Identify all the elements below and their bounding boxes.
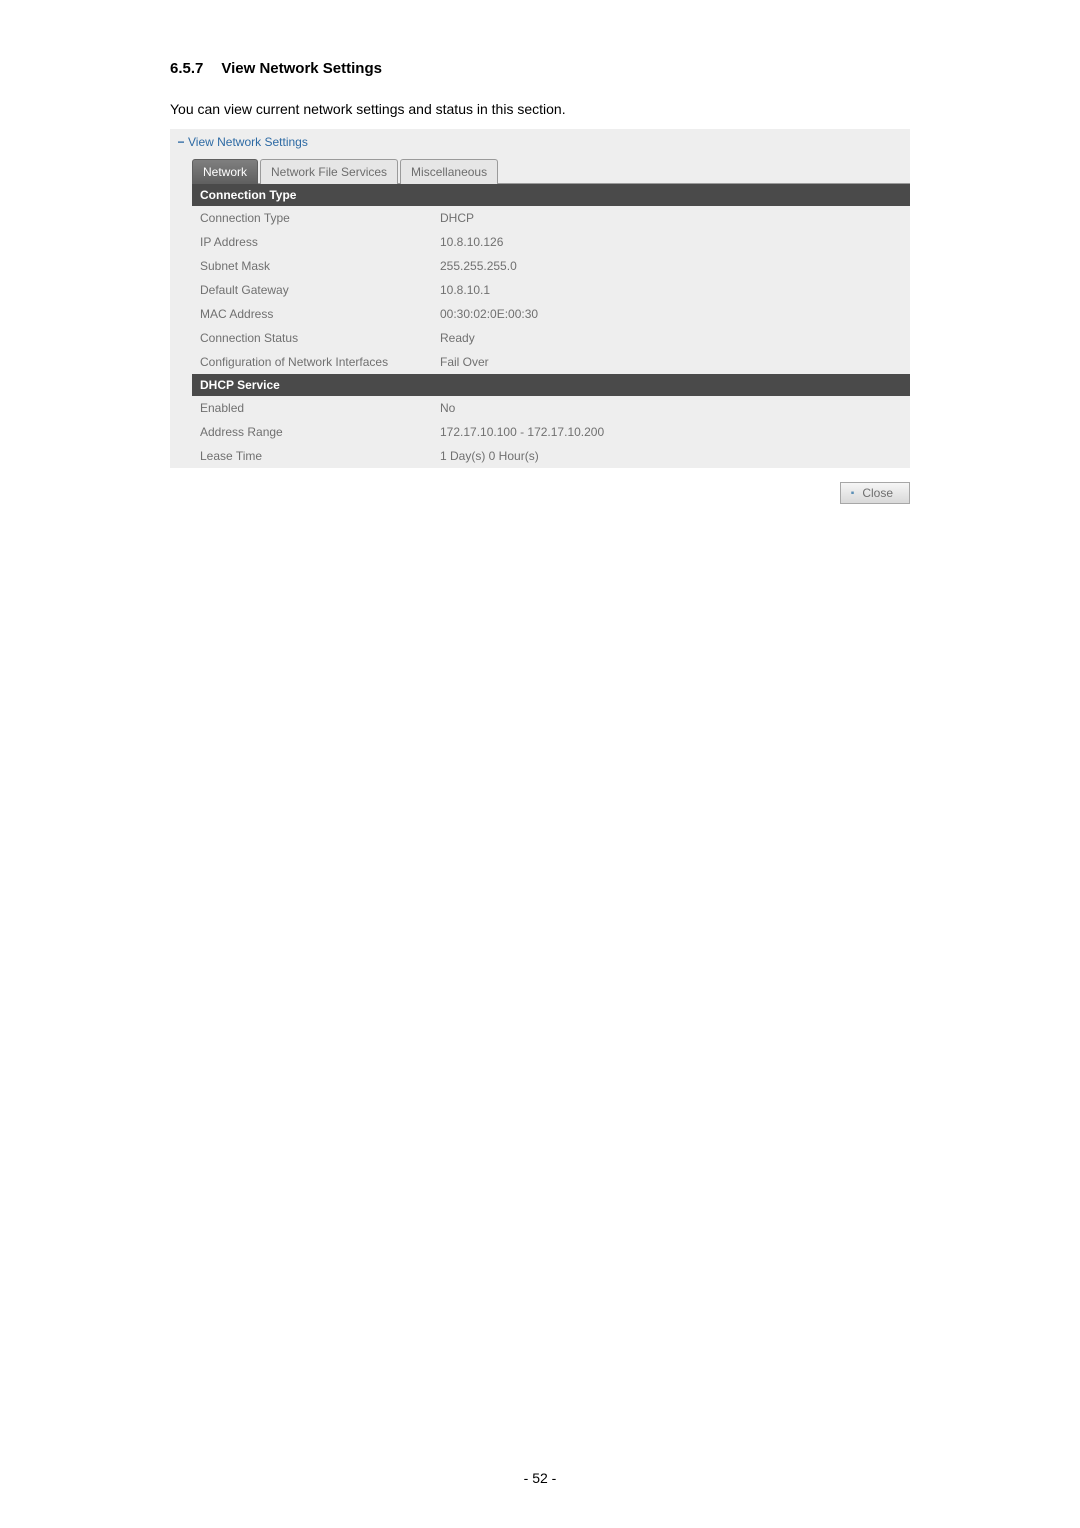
label-ip-address: IP Address: [200, 235, 440, 249]
value-ip-address: 10.8.10.126: [440, 235, 910, 249]
label-config-interfaces: Configuration of Network Interfaces: [200, 355, 440, 369]
row-config-interfaces: Configuration of Network Interfaces Fail…: [192, 350, 910, 374]
value-connection-type: DHCP: [440, 211, 910, 225]
collapse-toggle-icon[interactable]: −: [176, 135, 186, 149]
label-subnet-mask: Subnet Mask: [200, 259, 440, 273]
row-connection-type: Connection Type DHCP: [192, 206, 910, 230]
bullet-icon: ▪: [851, 488, 855, 499]
row-connection-status: Connection Status Ready: [192, 326, 910, 350]
value-mac-address: 00:30:02:0E:00:30: [440, 307, 910, 321]
value-lease-time: 1 Day(s) 0 Hour(s): [440, 449, 910, 463]
panel-header[interactable]: −View Network Settings: [170, 133, 910, 155]
value-connection-status: Ready: [440, 331, 910, 345]
close-row: ▪ Close: [170, 482, 910, 504]
label-dhcp-enabled: Enabled: [200, 401, 440, 415]
intro-text: You can view current network settings an…: [170, 101, 910, 117]
row-default-gateway: Default Gateway 10.8.10.1: [192, 278, 910, 302]
row-dhcp-enabled: Enabled No: [192, 396, 910, 420]
tabs-row: Network Network File Services Miscellane…: [192, 155, 910, 183]
value-subnet-mask: 255.255.255.0: [440, 259, 910, 273]
tab-network[interactable]: Network: [192, 159, 258, 184]
value-address-range: 172.17.10.100 - 172.17.10.200: [440, 425, 910, 439]
value-dhcp-enabled: No: [440, 401, 910, 415]
label-default-gateway: Default Gateway: [200, 283, 440, 297]
row-ip-address: IP Address 10.8.10.126: [192, 230, 910, 254]
close-button[interactable]: ▪ Close: [840, 482, 910, 504]
tab-content: Connection Type Connection Type DHCP IP …: [192, 183, 910, 468]
row-mac-address: MAC Address 00:30:02:0E:00:30: [192, 302, 910, 326]
section-bar-connection-type: Connection Type: [192, 184, 910, 206]
tab-miscellaneous[interactable]: Miscellaneous: [400, 159, 498, 184]
close-button-label: Close: [862, 486, 893, 500]
section-number: 6.5.7: [170, 60, 203, 77]
section-title: View Network Settings: [221, 60, 382, 77]
value-config-interfaces: Fail Over: [440, 355, 910, 369]
label-address-range: Address Range: [200, 425, 440, 439]
label-connection-type: Connection Type: [200, 211, 440, 225]
label-mac-address: MAC Address: [200, 307, 440, 321]
row-lease-time: Lease Time 1 Day(s) 0 Hour(s): [192, 444, 910, 468]
network-settings-panel: −View Network Settings Network Network F…: [170, 129, 910, 468]
row-subnet-mask: Subnet Mask 255.255.255.0: [192, 254, 910, 278]
panel-title-text: View Network Settings: [188, 135, 308, 149]
value-default-gateway: 10.8.10.1: [440, 283, 910, 297]
tab-network-file-services[interactable]: Network File Services: [260, 159, 398, 184]
row-address-range: Address Range 172.17.10.100 - 172.17.10.…: [192, 420, 910, 444]
section-bar-dhcp-service: DHCP Service: [192, 374, 910, 396]
label-connection-status: Connection Status: [200, 331, 440, 345]
section-heading: 6.5.7 View Network Settings: [170, 60, 910, 77]
page-number: - 52 -: [0, 1470, 1080, 1486]
label-lease-time: Lease Time: [200, 449, 440, 463]
